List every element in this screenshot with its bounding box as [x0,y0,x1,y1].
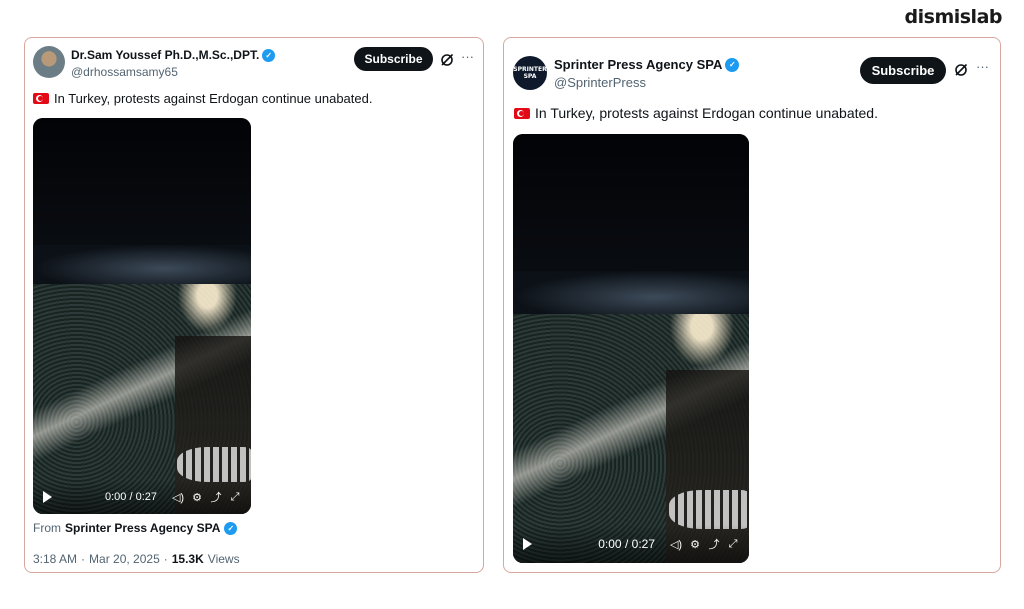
more-icon[interactable]: ··· [461,49,474,64]
video-controls: 0:00 / 0:27 ◁) ⚙ ⤴ ⤢ [513,525,749,563]
fullscreen-icon[interactable]: ⤢ [727,538,739,550]
post-card-left: Dr.Sam Youssef Ph.D.,M.Sc.,DPT. ✓ @drhos… [24,37,484,573]
dismislab-logo: dismislab [904,6,1003,28]
more-icon[interactable]: ··· [976,59,989,74]
post-card-right: SPRINTER SPA Sprinter Press Agency SPA ✓… [503,37,1001,573]
verified-badge-icon: ✓ [262,48,276,62]
play-icon[interactable] [523,538,532,550]
video-controls: 0:00 / 0:27 ◁) ⚙ ⤴ ⤢ [33,480,251,514]
from-label: From [33,521,61,535]
settings-icon[interactable]: ⚙ [191,491,203,504]
subscribe-button[interactable]: Subscribe [860,57,946,84]
tweet-text-content: In Turkey, protests against Erdogan cont… [54,91,373,106]
tweet-text: In Turkey, protests against Erdogan cont… [514,105,878,121]
avatar[interactable]: SPRINTER SPA [513,56,547,90]
pip-icon[interactable]: ⤴ [210,491,222,504]
source-link[interactable]: Sprinter Press Agency SPA [65,521,220,535]
subscribe-button[interactable]: Subscribe [354,47,433,71]
verified-badge-icon: ✓ [224,521,238,535]
views-count: 15.3K [171,552,204,566]
post-time[interactable]: 3:18 AM [33,552,77,566]
avatar[interactable] [33,46,65,78]
separator: · [163,552,168,566]
display-name[interactable]: Sprinter Press Agency SPA [554,57,722,72]
pip-icon[interactable]: ⤴ [708,538,720,551]
turkey-flag-icon [33,93,49,104]
video-player[interactable]: 0:00 / 0:27 ◁) ⚙ ⤴ ⤢ [513,134,749,563]
grok-icon[interactable] [440,53,454,67]
volume-icon[interactable]: ◁) [172,491,184,504]
video-frame [33,118,251,514]
volume-icon[interactable]: ◁) [670,538,682,551]
author-row: Sprinter Press Agency SPA ✓ [554,57,740,72]
video-time: 0:00 / 0:27 [598,537,655,551]
handle[interactable]: @drhossamsamy65 [71,65,178,79]
fullscreen-icon[interactable]: ⤢ [229,491,241,503]
grok-icon[interactable] [954,63,968,77]
views-label: Views [207,552,240,566]
tweet-text: In Turkey, protests against Erdogan cont… [33,91,372,106]
video-player[interactable]: 0:00 / 0:27 ◁) ⚙ ⤴ ⤢ [33,118,251,514]
handle[interactable]: @SprinterPress [554,75,646,90]
display-name[interactable]: Dr.Sam Youssef Ph.D.,M.Sc.,DPT. [71,48,259,62]
source-attribution: From Sprinter Press Agency SPA ✓ [33,521,238,535]
turkey-flag-icon [514,107,530,119]
tweet-text-content: In Turkey, protests against Erdogan cont… [535,105,878,121]
post-meta: 3:18 AM · Mar 20, 2025 · 15.3K Views [33,552,240,566]
separator: · [81,552,86,566]
settings-icon[interactable]: ⚙ [689,538,701,551]
sprinter-logo: SPRINTER SPA [513,66,547,80]
video-time: 0:00 / 0:27 [104,491,157,503]
post-date[interactable]: Mar 20, 2025 [89,552,160,566]
author-row: Dr.Sam Youssef Ph.D.,M.Sc.,DPT. ✓ [71,48,276,62]
video-frame [513,134,749,563]
verified-badge-icon: ✓ [725,57,740,72]
play-icon[interactable] [43,491,52,503]
